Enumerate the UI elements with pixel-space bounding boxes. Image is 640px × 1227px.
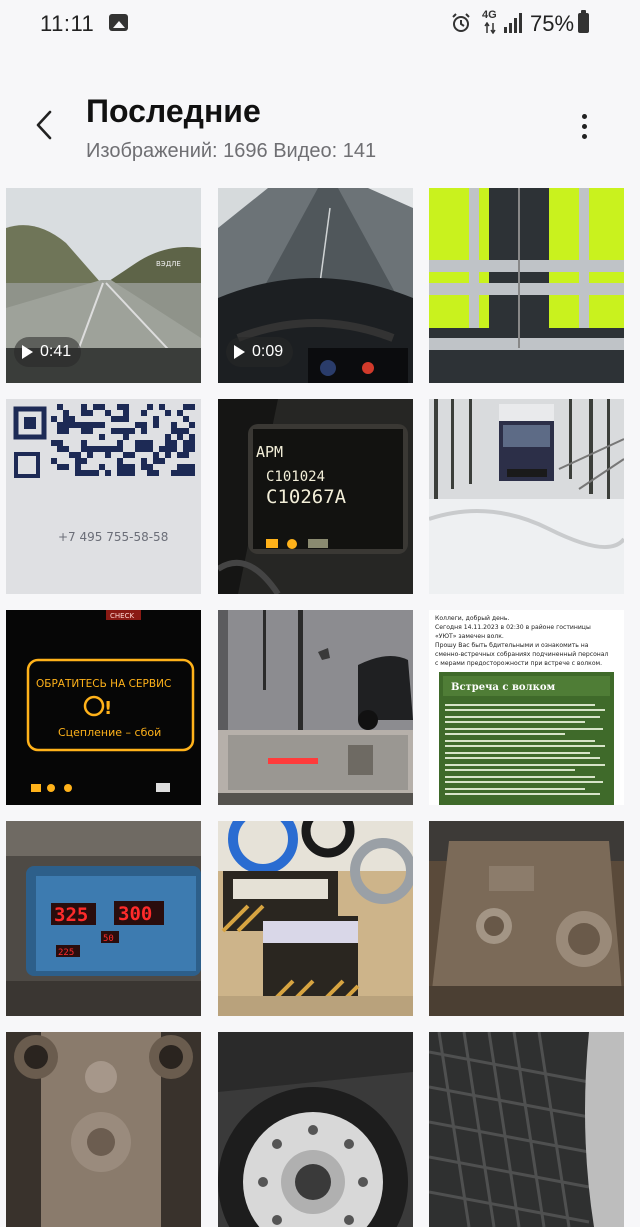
service-warning-display-image: CHECK ОБРАТИТЕСЬ НА СЕРВИС ! Сцепление –… bbox=[6, 610, 201, 805]
battery-icon bbox=[578, 10, 589, 33]
photo-thumbnail-tachometer-panel[interactable]: 325 300 50 225 bbox=[6, 821, 201, 1016]
display-code-2: C10267A bbox=[266, 486, 347, 508]
video-thumbnail-road[interactable]: ВЭДЛЕ 0:41 bbox=[6, 188, 201, 383]
photo-thumbnail-qr[interactable]: +7 495 755-58-58 bbox=[6, 399, 201, 594]
video-duration: 0:09 bbox=[252, 343, 284, 360]
spring-bracket-image bbox=[6, 1032, 201, 1227]
data-arrows-icon bbox=[484, 22, 496, 34]
back-button[interactable] bbox=[22, 102, 66, 148]
right-readout: 300 bbox=[118, 903, 152, 925]
status-time: 11:11 bbox=[40, 11, 95, 36]
alarm-icon bbox=[452, 13, 470, 32]
wolf-street-night-image bbox=[218, 610, 413, 805]
video-thumbnail-truck-cab[interactable]: 0:09 bbox=[218, 188, 413, 383]
album-header: Последние Изображений: 1696 Видео: 141 bbox=[0, 80, 640, 180]
play-icon bbox=[22, 345, 33, 359]
photo-thumbnail-tire-tread[interactable] bbox=[429, 1032, 624, 1227]
status-bar: 11:11 4G 75% bbox=[0, 0, 640, 48]
tire-tread-image bbox=[429, 1032, 624, 1227]
video-duration-badge: 0:09 bbox=[226, 337, 294, 367]
more-options-icon bbox=[582, 114, 587, 119]
photo-thumbnail-spring-bracket[interactable] bbox=[6, 1032, 201, 1227]
album-counts: Изображений: 1696 Видео: 141 bbox=[86, 140, 376, 163]
videos-count: Видео: 141 bbox=[273, 140, 377, 162]
photo-thumbnail-parts-boxes[interactable] bbox=[218, 821, 413, 1016]
hi-vis-jacket-image bbox=[429, 188, 624, 383]
notice-line-6: с мерами предосторожности при встрече с … bbox=[435, 660, 602, 667]
notice-line-2: Сегодня 14.11.2023 в 02:30 в районе гост… bbox=[435, 623, 591, 631]
photo-thumbnail-wolf-notice[interactable]: Коллеги, добрый день. Сегодня 14.11.2023… bbox=[429, 610, 624, 805]
photo-thumbnail-truck-snow[interactable] bbox=[429, 399, 624, 594]
photo-thumbnail-dash-display[interactable]: APM C101024 C10267A bbox=[218, 399, 413, 594]
dashcam-watermark: ВЭДЛЕ bbox=[156, 260, 181, 268]
display-label: APM bbox=[256, 443, 283, 461]
notice-line-5: сменно-встречных собраниях подчиненный п… bbox=[435, 650, 609, 658]
small-readout-1: 50 bbox=[103, 934, 114, 944]
small-readout-2: 225 bbox=[58, 948, 74, 958]
display-code-1: C101024 bbox=[266, 469, 325, 485]
qr-code-image: +7 495 755-58-58 bbox=[6, 399, 201, 594]
more-options-button[interactable] bbox=[570, 106, 600, 146]
digital-gauge-panel-image: 325 300 50 225 bbox=[6, 821, 201, 1016]
photo-thumbnail-wolf-night[interactable] bbox=[218, 610, 413, 805]
battery-percent: 75% bbox=[530, 11, 575, 36]
notice-line-4: Прошу Вас быть бдительными и ознакомить … bbox=[435, 641, 589, 649]
notice-line-3: «УЮТ» замечен волк. bbox=[435, 633, 504, 640]
album-title: Последние bbox=[86, 93, 261, 129]
images-count: Изображений: 1696 bbox=[86, 140, 268, 162]
service-warning-text: ОБРАТИТЕСЬ НА СЕРВИС bbox=[36, 678, 171, 690]
svg-text:!: ! bbox=[104, 698, 112, 719]
photo-thumbnail-rusty-bracket[interactable] bbox=[429, 821, 624, 1016]
truck-wheel-image bbox=[218, 1032, 413, 1227]
play-icon bbox=[234, 345, 245, 359]
rusty-bracket-image bbox=[429, 821, 624, 1016]
video-duration: 0:41 bbox=[40, 343, 72, 360]
photo-thumbnail-wheel[interactable] bbox=[218, 1032, 413, 1227]
check-label: CHECK bbox=[110, 612, 134, 620]
phone-number-text: +7 495 755-58-58 bbox=[58, 530, 168, 544]
video-duration-badge: 0:41 bbox=[14, 337, 82, 367]
dashboard-display-image: APM C101024 C10267A bbox=[218, 399, 413, 594]
left-readout: 325 bbox=[54, 904, 88, 926]
signal-icon bbox=[504, 13, 522, 33]
spare-parts-boxes-image bbox=[218, 821, 413, 1016]
notice-line-1: Коллеги, добрый день. bbox=[435, 614, 509, 622]
wolf-notice-document-image: Коллеги, добрый день. Сегодня 14.11.2023… bbox=[429, 610, 624, 805]
photo-thumbnail-vest[interactable] bbox=[429, 188, 624, 383]
clutch-fault-text: Сцепление – сбой bbox=[58, 726, 161, 739]
truck-in-snow-image bbox=[429, 399, 624, 594]
gallery-notification-icon bbox=[109, 14, 128, 31]
photo-thumbnail-service-warning[interactable]: CHECK ОБРАТИТЕСЬ НА СЕРВИС ! Сцепление –… bbox=[6, 610, 201, 805]
notice-box-title: Встреча с волком bbox=[451, 682, 556, 693]
network-type-label: 4G bbox=[482, 9, 497, 21]
